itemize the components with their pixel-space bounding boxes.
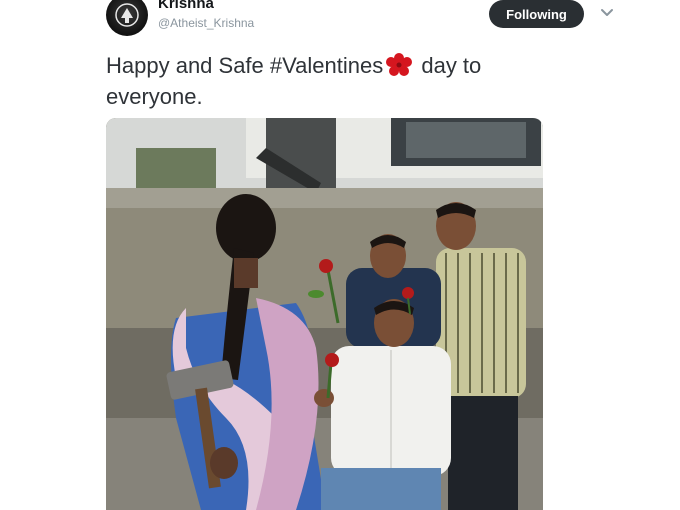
author-name[interactable]: Krishna [158,0,214,12]
avatar[interactable] [106,0,148,36]
rose-icon [386,53,413,76]
chevron-down-icon[interactable] [600,8,614,18]
author-handle[interactable]: @Atheist_Krishna [158,16,254,30]
following-button[interactable]: Following [489,0,584,28]
tweet-text: Happy and Safe #Valentines day to everyo… [106,50,546,112]
avatar-emblem-icon [115,3,139,27]
photo-image [106,118,543,510]
tweet-text-part-1: Happy and Safe #Valentines [106,53,384,78]
tweet-photo[interactable] [106,118,543,510]
